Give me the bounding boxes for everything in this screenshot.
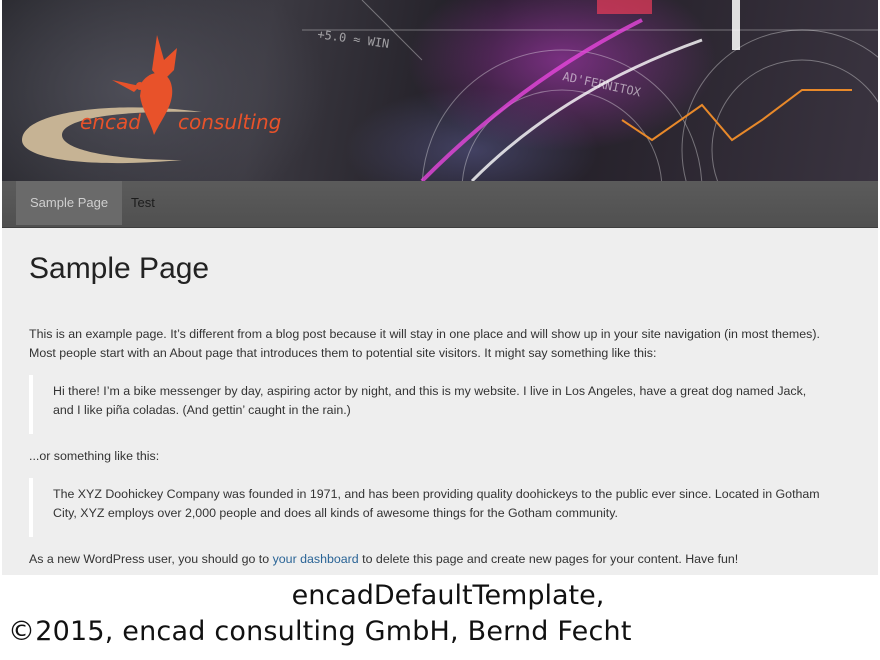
intro-line-2: Most people start with an About page tha… — [29, 345, 657, 360]
svg-text:+5.0 ≈ WIN: +5.0 ≈ WIN — [317, 27, 390, 51]
main-navigation: Sample Page Test — [2, 181, 878, 228]
header-banner: +5.0 ≈ WIN AD'FERNITOX encad consulting — [2, 0, 878, 181]
logo-text-encad: encad — [80, 110, 141, 134]
quote2-line-1: The XYZ Doohickey Company was founded in… — [53, 487, 820, 501]
caption-template-name: encadDefaultTemplate, — [291, 580, 605, 611]
closing-paragraph: As a new WordPress user, you should go t… — [29, 550, 738, 569]
nav-item-test[interactable]: Test — [117, 181, 169, 225]
banner-artwork: +5.0 ≈ WIN AD'FERNITOX — [22, 0, 878, 181]
page-frame: +5.0 ≈ WIN AD'FERNITOX encad consulting … — [2, 0, 878, 575]
quote1-line-2: and I like piña coladas. (And gettin’ ca… — [53, 403, 351, 417]
logo-text-consulting: consulting — [178, 110, 282, 134]
or-something-text: ...or something like this: — [29, 449, 160, 463]
closing-text-before: As a new WordPress user, you should go t… — [29, 552, 273, 566]
caption-copyright: ©2015, encad consulting GmbH, Bernd Fech… — [8, 616, 632, 647]
quote2-line-2: City, XYZ employs over 2,000 people and … — [53, 506, 618, 520]
closing-text-after: to delete this page and create new pages… — [358, 552, 739, 566]
blockquote-1: Hi there! I’m a bike messenger by day, a… — [29, 375, 806, 434]
svg-text:AD'FERNITOX: AD'FERNITOX — [561, 69, 642, 99]
dashboard-link[interactable]: your dashboard — [273, 552, 359, 566]
intro-line-1: This is an example page. It’s different … — [29, 327, 820, 341]
quote1-line-1: Hi there! I’m a bike messenger by day, a… — [53, 384, 807, 398]
intro-paragraph: This is an example page. It’s different … — [29, 325, 820, 362]
blockquote-2: The XYZ Doohickey Company was founded in… — [29, 478, 820, 537]
nav-item-sample-page[interactable]: Sample Page — [16, 181, 123, 225]
page-title: Sample Page — [29, 252, 210, 285]
